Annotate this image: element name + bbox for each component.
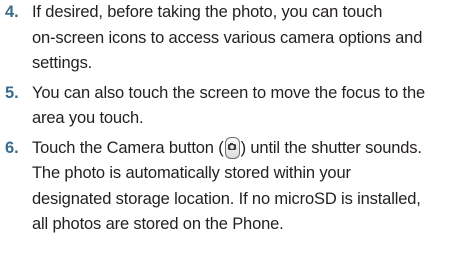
step-number: 5. bbox=[5, 83, 19, 102]
camera-button-icon bbox=[224, 136, 240, 159]
step-6: 6. Touch the Camera button ( ) until the … bbox=[0, 136, 474, 238]
instruction-steps: 4. If desired, before taking the photo, … bbox=[0, 0, 474, 238]
step-text-line: area you touch. bbox=[32, 109, 144, 127]
step-text-line: all photos are stored on the Phone. bbox=[32, 215, 284, 233]
step-text-line: settings. bbox=[32, 54, 93, 72]
step-text-line: The photo is automatically stored within… bbox=[32, 164, 351, 182]
step-text-line-with-icon: Touch the Camera button ( ) until the shu… bbox=[32, 136, 474, 162]
step-text-line: If desired, before taking the photo, you… bbox=[32, 3, 383, 21]
step-text-fragment: Touch the Camera button ( bbox=[32, 138, 224, 157]
step-text-line: You can also touch the screen to move th… bbox=[32, 83, 426, 102]
camera-icon bbox=[228, 142, 237, 150]
step-5: 5. You can also touch the screen to move… bbox=[0, 81, 474, 132]
step-text-line: designated storage location. If no micro… bbox=[32, 189, 421, 208]
step-4: 4. If desired, before taking the photo, … bbox=[0, 0, 474, 77]
step-text-fragment: ) until the shutter sounds. bbox=[240, 138, 422, 157]
step-number: 6. bbox=[5, 138, 19, 157]
step-number: 4. bbox=[5, 3, 19, 21]
step-text-line: on-screen icons to access various camera… bbox=[32, 28, 423, 47]
